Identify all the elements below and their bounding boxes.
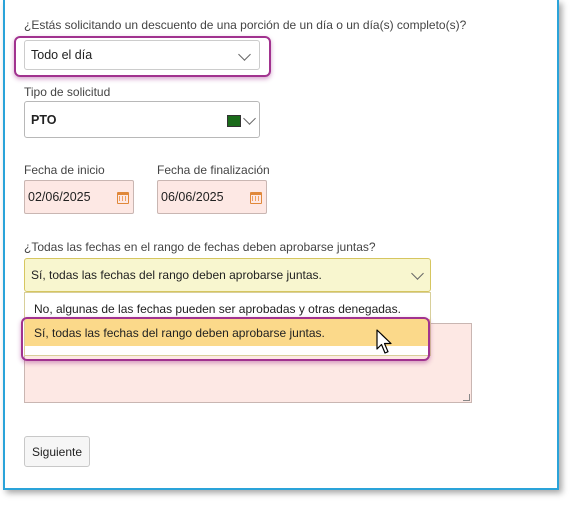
portion-select[interactable]: Todo el día xyxy=(24,40,260,70)
calendar-icon[interactable] xyxy=(117,192,129,204)
portion-select-value: Todo el día xyxy=(31,48,93,62)
end-date-label: Fecha de finalización xyxy=(157,163,270,177)
mouse-cursor-icon xyxy=(376,329,392,354)
chevron-down-icon xyxy=(411,267,424,280)
start-date-label: Fecha de inicio xyxy=(24,163,105,177)
dropdown-option[interactable]: No, algunas de las fechas pueden ser apr… xyxy=(34,302,401,316)
end-date-input[interactable]: 06/06/2025 xyxy=(157,180,267,214)
chevron-down-icon xyxy=(238,48,251,61)
resize-handle-icon[interactable] xyxy=(463,394,470,401)
color-swatch-icon xyxy=(227,115,241,127)
request-type-value: PTO xyxy=(31,112,57,127)
portion-question-label: ¿Estás solicitando un descuento de una p… xyxy=(24,18,467,32)
request-type-label: Tipo de solicitud xyxy=(24,85,111,99)
approve-together-value: Sí, todas las fechas del rango deben apr… xyxy=(31,268,322,282)
calendar-icon[interactable] xyxy=(250,192,262,204)
end-date-value: 06/06/2025 xyxy=(161,190,224,204)
start-date-input[interactable]: 02/06/2025 xyxy=(24,180,134,214)
request-type-select[interactable]: PTO xyxy=(24,101,260,138)
chevron-down-icon xyxy=(243,112,256,125)
next-button[interactable]: Siguiente xyxy=(24,436,90,467)
approve-together-label: ¿Todas las fechas en el rango de fechas … xyxy=(24,240,376,254)
approve-together-select[interactable]: Sí, todas las fechas del rango deben apr… xyxy=(24,258,431,292)
option-highlight xyxy=(21,317,430,361)
start-date-value: 02/06/2025 xyxy=(28,190,91,204)
